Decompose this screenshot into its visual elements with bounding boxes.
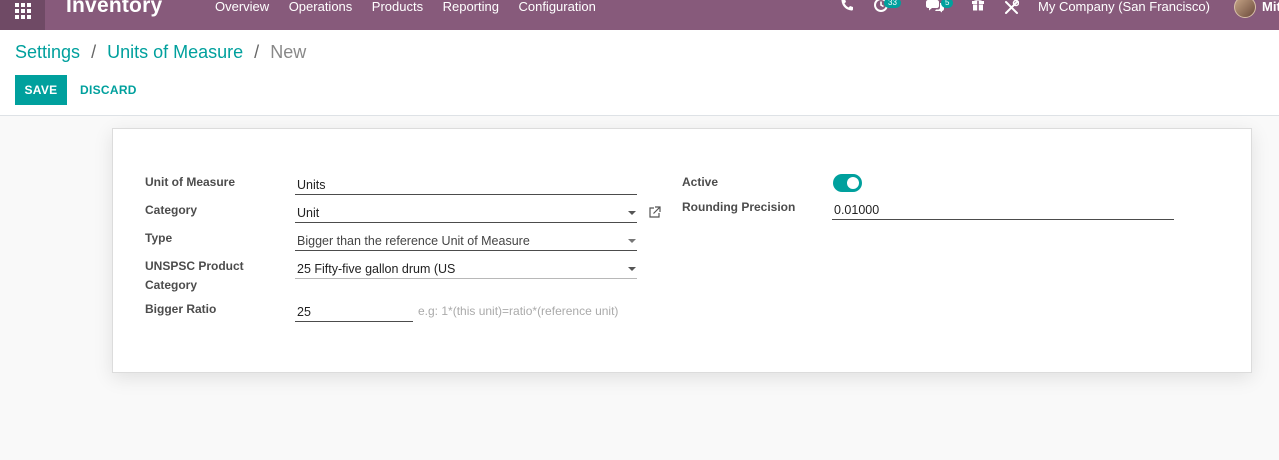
type-value: Bigger than the reference Unit of Measur… [297,234,530,248]
phone-icon[interactable] [840,0,854,30]
user-name[interactable]: Mit [1262,0,1279,14]
rounding-precision-label: Rounding Precision [682,200,796,214]
chevron-down-icon [628,239,636,243]
uom-label: Unit of Measure [145,175,236,189]
chevron-down-icon [628,267,636,271]
breadcrumb-separator: / [91,42,97,62]
control-panel: Settings / Units of Measure / New SAVE D… [0,30,1279,116]
save-button[interactable]: SAVE [15,75,67,105]
company-switcher[interactable]: My Company (San Francisco) [1038,0,1210,14]
breadcrumb-current: New [270,42,307,62]
form-sheet: Unit of Measure Units Category Unit Type… [112,128,1252,373]
discard-button[interactable]: DISCARD [80,83,137,97]
breadcrumb: Settings / Units of Measure / New [15,42,306,63]
menu-overview[interactable]: Overview [215,0,269,14]
menu-products[interactable]: Products [372,0,423,14]
breadcrumb-settings[interactable]: Settings [15,42,80,62]
menu-operations[interactable]: Operations [289,0,353,14]
toggle-knob [847,177,859,189]
grid-icon [14,3,31,19]
bigger-ratio-input[interactable]: 25 [295,300,413,322]
app-name[interactable]: Inventory [66,0,162,18]
top-navbar: Inventory Overview Operations Products R… [0,0,1279,30]
active-toggle[interactable] [833,174,862,192]
breadcrumb-units-of-measure[interactable]: Units of Measure [107,42,243,62]
unspsc-value: 25 Fifty-five gallon drum (US [297,262,456,276]
menu-configuration[interactable]: Configuration [518,0,595,14]
message-count-badge: 5 [941,0,954,8]
category-value: Unit [297,206,320,220]
breadcrumb-separator: / [254,42,260,62]
gift-icon[interactable] [971,0,985,30]
activity-count-badge: 33 [884,0,901,8]
category-label: Category [145,203,198,217]
debug-tools-icon[interactable] [1004,0,1019,30]
bigger-ratio-hint: e.g: 1*(this unit)=ratio*(reference unit… [418,304,619,318]
rounding-precision-input[interactable]: 0.01000 [832,198,1174,220]
main-menu: Overview Operations Products Reporting C… [215,0,615,14]
type-select[interactable]: Bigger than the reference Unit of Measur… [295,229,637,251]
unspsc-label: UNSPSC Product Category [145,259,244,292]
chevron-down-icon [628,211,636,215]
apps-menu-button[interactable] [0,0,45,30]
type-label: Type [145,231,173,245]
active-label: Active [682,175,719,189]
external-link-icon[interactable] [648,206,661,224]
uom-name-input[interactable]: Units [295,173,637,195]
user-avatar[interactable] [1234,0,1256,18]
category-select[interactable]: Unit [295,201,637,223]
menu-reporting[interactable]: Reporting [443,0,499,14]
bigger-ratio-label: Bigger Ratio [145,302,217,316]
unspsc-select[interactable]: 25 Fifty-five gallon drum (US [295,257,637,279]
